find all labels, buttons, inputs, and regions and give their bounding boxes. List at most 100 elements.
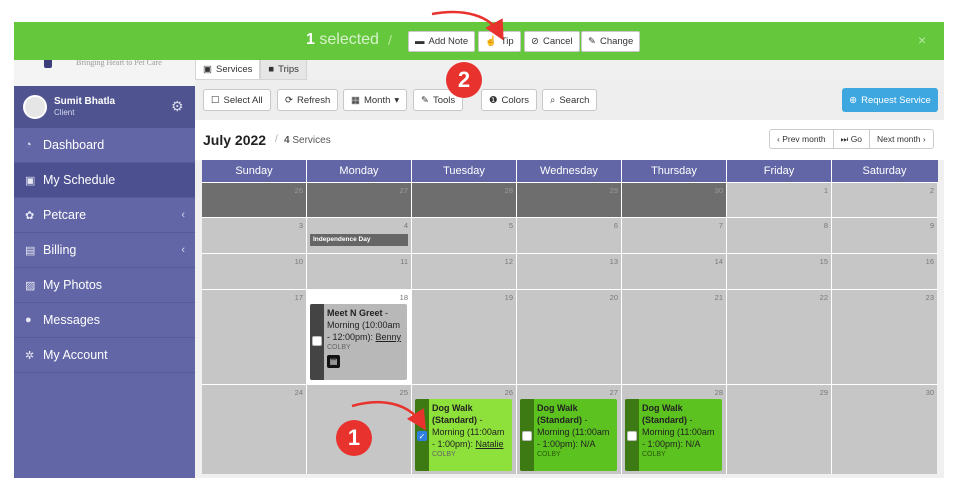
add-note-button[interactable]: ▬ Add Note: [408, 31, 476, 52]
event-meet-n-greet[interactable]: Meet N Greet - Morning (10:00am - 12:00p…: [310, 304, 407, 380]
calendar-day[interactable]: 9: [832, 218, 937, 253]
calendar-day[interactable]: 28 Dog Walk (Standard) - Morning (11:00a…: [622, 385, 727, 474]
calendar-day[interactable]: 29: [517, 183, 622, 217]
month-pager: ‹ Prev month ⏭ Go Next month ›: [769, 129, 934, 149]
main-panel: ▣ Services ■ Trips ☐ Select All ⟳ Refres…: [195, 22, 944, 478]
calendar-day[interactable]: 17: [202, 290, 307, 384]
day-number: 29: [819, 388, 828, 397]
calendar-day[interactable]: 27: [307, 183, 412, 217]
event-checkbox[interactable]: [522, 431, 532, 441]
calendar-day[interactable]: 2: [832, 183, 937, 217]
tab-services[interactable]: ▣ Services: [195, 58, 261, 80]
pet-link[interactable]: Natalie: [476, 439, 504, 449]
day-number: 24: [294, 388, 303, 397]
plus-circle-icon: ⊕: [849, 94, 858, 106]
event-checkbox[interactable]: [312, 336, 322, 346]
month-title: July 2022: [203, 132, 267, 148]
app-frame: Bringing Heart to Pet Care Sumit Bhatla …: [14, 22, 944, 478]
sidebar-item-messages[interactable]: ● Messages: [14, 303, 195, 338]
calendar-day[interactable]: 10: [202, 254, 307, 289]
change-button[interactable]: ✎ Change: [581, 31, 641, 52]
pet-link[interactable]: Benny: [376, 332, 402, 342]
calendar-day[interactable]: 12: [412, 254, 517, 289]
calendar-week: 3 4 Independence Day 5 6 7 8 9: [202, 217, 938, 253]
info-icon: ❶: [489, 94, 498, 106]
calendar-header: July 2022 / 4 Services ‹ Prev month ⏭ Go…: [195, 120, 944, 160]
event-checkbox-checked[interactable]: ✓: [417, 431, 427, 441]
cancel-button[interactable]: ⊘ Cancel: [524, 31, 580, 52]
calendar-day[interactable]: 19: [412, 290, 517, 384]
chat-icon: ●: [25, 314, 32, 326]
user-panel[interactable]: Sumit Bhatla Client ⚙: [14, 86, 195, 128]
calendar-day[interactable]: 16: [832, 254, 937, 289]
tip-button[interactable]: ☝ Tip: [478, 31, 521, 52]
day-number: 12: [504, 257, 513, 266]
calendar-day[interactable]: 4 Independence Day: [307, 218, 412, 253]
paw-icon: ✿: [25, 209, 35, 222]
sidebar-item-label: Dashboard: [43, 138, 105, 152]
next-month-button[interactable]: Next month ›: [870, 130, 933, 148]
sidebar-item-my-schedule[interactable]: ▣ My Schedule: [14, 163, 195, 198]
day-number: 30: [714, 186, 723, 195]
annotation-badge-2: 2: [446, 62, 482, 98]
calendar-day[interactable]: 28: [412, 183, 517, 217]
calendar-day[interactable]: 5: [412, 218, 517, 253]
edit-icon: ✎: [588, 36, 596, 47]
calendar-day[interactable]: 11: [307, 254, 412, 289]
chevron-left-icon: ‹: [181, 209, 185, 221]
sidebar-item-my-account[interactable]: ✲ My Account: [14, 338, 195, 373]
calendar-day[interactable]: 30: [622, 183, 727, 217]
tab-trips[interactable]: ■ Trips: [260, 58, 307, 80]
calendar-day[interactable]: 21: [622, 290, 727, 384]
close-icon[interactable]: ×: [918, 32, 926, 48]
sidebar-item-dashboard[interactable]: ◔ Dashboard: [14, 128, 195, 163]
day-number: 28: [714, 388, 723, 397]
calendar-day[interactable]: 20: [517, 290, 622, 384]
calendar-day[interactable]: 30: [832, 385, 937, 474]
event-dog-walk[interactable]: Dog Walk (Standard) - Morning (11:00am -…: [520, 399, 617, 471]
day-number: 6: [613, 221, 618, 230]
calendar-day[interactable]: 29: [727, 385, 832, 474]
book-icon[interactable]: ▤: [327, 355, 340, 368]
prev-month-button[interactable]: ‹ Prev month: [770, 130, 834, 148]
select-all-button[interactable]: ☐ Select All: [203, 89, 271, 111]
go-button[interactable]: ⏭ Go: [834, 130, 871, 148]
calendar-day[interactable]: 23: [832, 290, 937, 384]
calendar-day[interactable]: 15: [727, 254, 832, 289]
calendar-day[interactable]: 27 Dog Walk (Standard) - Morning (11:00a…: [517, 385, 622, 474]
sitter-name: COLBY: [327, 344, 351, 351]
calendar-week: 24 25 26 ✓ Dog Walk (Standard) - Morning…: [202, 384, 938, 474]
calendar-day[interactable]: 3: [202, 218, 307, 253]
event-checkbox[interactable]: [627, 431, 637, 441]
calendar-day[interactable]: 14: [622, 254, 727, 289]
month-dropdown[interactable]: ▦ Month ▾: [343, 89, 408, 111]
chevron-left-icon: ‹: [181, 244, 185, 256]
cogs-icon: ✲: [25, 349, 35, 362]
day-number: 5: [508, 221, 513, 230]
calendar-day[interactable]: 13: [517, 254, 622, 289]
calendar-day[interactable]: 7: [622, 218, 727, 253]
calendar-day[interactable]: 1: [727, 183, 832, 217]
event-dog-walk[interactable]: Dog Walk (Standard) - Morning (11:00am -…: [625, 399, 722, 471]
refresh-button[interactable]: ⟳ Refresh: [277, 89, 339, 111]
gear-icon[interactable]: ⚙: [171, 98, 184, 115]
day-number: 25: [399, 388, 408, 397]
calendar-day[interactable]: 24: [202, 385, 307, 474]
event-dog-walk-selected[interactable]: ✓ Dog Walk (Standard) - Morning (11:00am…: [415, 399, 512, 471]
sidebar-item-billing[interactable]: ▤ Billing ‹: [14, 233, 195, 268]
sidebar-item-petcare[interactable]: ✿ Petcare ‹: [14, 198, 195, 233]
holiday-label: Independence Day: [310, 234, 408, 246]
calendar-day[interactable]: 6: [517, 218, 622, 253]
calendar-day[interactable]: 26 ✓ Dog Walk (Standard) - Morning (11:0…: [412, 385, 517, 474]
calendar-day-today[interactable]: 18 Meet N Greet - Morning (10:00am - 12:…: [307, 290, 412, 384]
request-service-button[interactable]: ⊕ Request Service: [842, 88, 938, 112]
search-button[interactable]: ⌕ Search: [542, 89, 598, 111]
day-number: 22: [819, 293, 828, 302]
separator: /: [388, 32, 392, 48]
sidebar-item-my-photos[interactable]: ▨ My Photos: [14, 268, 195, 303]
calendar-day[interactable]: 26: [202, 183, 307, 217]
weekday-label: Saturday: [862, 165, 907, 177]
calendar-day[interactable]: 8: [727, 218, 832, 253]
calendar-day[interactable]: 22: [727, 290, 832, 384]
colors-button[interactable]: ❶ Colors: [481, 89, 537, 111]
